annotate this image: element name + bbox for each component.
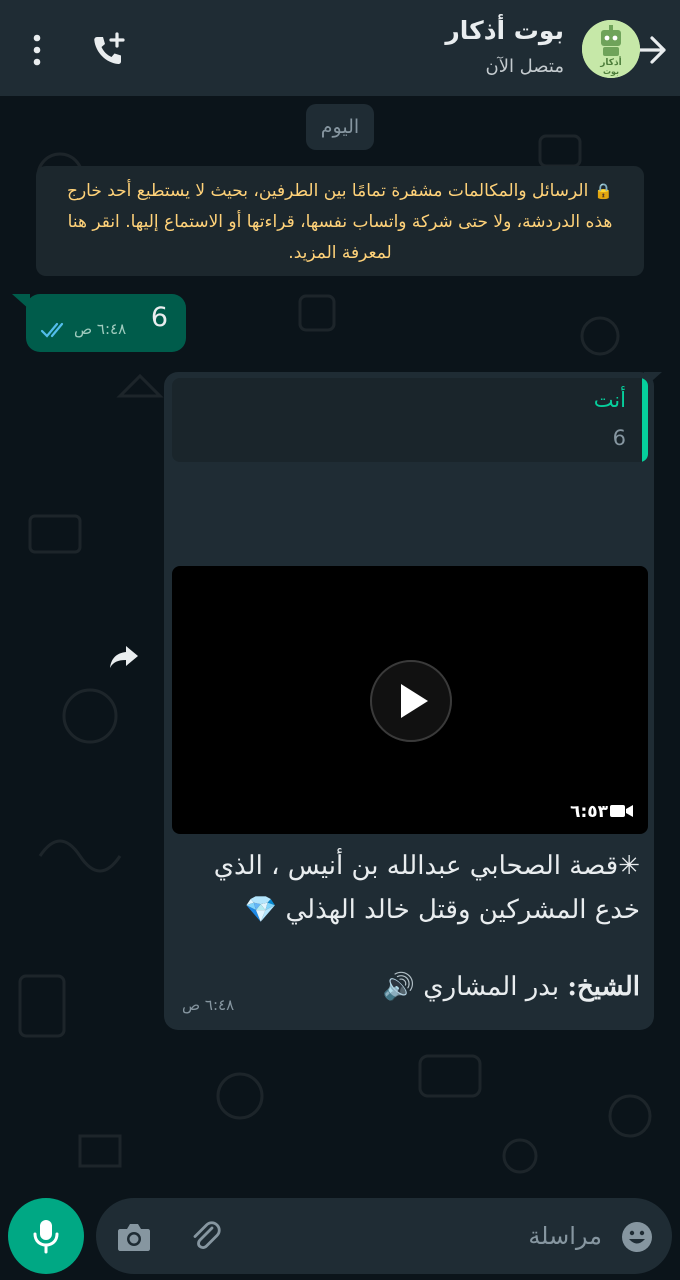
menu-dots-icon[interactable] <box>26 30 48 70</box>
encryption-notice-text: الرسائل والمكالمات مشفرة تمامًا بين الطر… <box>66 181 613 263</box>
attach-paperclip-icon[interactable] <box>188 1218 224 1254</box>
quote-accent-bar <box>642 378 648 462</box>
incoming-message-time: ٦:٤٨ ص <box>182 996 235 1014</box>
sheikh-name: بدر المشاري 🔊 <box>382 972 568 1002</box>
outgoing-message-time: ٦:٤٨ ص <box>74 320 127 338</box>
sheikh-line: الشيخ: بدر المشاري 🔊 <box>383 972 640 1002</box>
microphone-button[interactable] <box>8 1198 84 1274</box>
contact-avatar[interactable]: أذكار بوت <box>582 20 640 78</box>
quote-author: أنت <box>593 388 626 412</box>
play-icon <box>370 660 452 742</box>
chat-area[interactable]: اليوم 🔒الرسائل والمكالمات مشفرة تمامًا ب… <box>0 96 680 1186</box>
video-camera-icon <box>610 805 633 817</box>
microphone-icon <box>33 1220 59 1254</box>
outgoing-message[interactable]: 6 ٦:٤٨ ص <box>26 294 186 352</box>
outgoing-message-text: 6 <box>150 302 168 333</box>
incoming-message[interactable]: أنت 6 ٦:٥٣ ✳قصة الصحابي عبدالله بن أنيس … <box>164 372 654 1030</box>
play-button[interactable] <box>370 660 452 742</box>
message-input[interactable] <box>302 1216 602 1256</box>
add-call-icon[interactable] <box>88 30 128 70</box>
encryption-notice[interactable]: 🔒الرسائل والمكالمات مشفرة تمامًا بين الط… <box>36 166 644 276</box>
contact-status: متصل الآن <box>485 56 564 77</box>
sheikh-label: الشيخ: <box>567 972 640 1002</box>
forward-icon[interactable] <box>100 632 148 680</box>
read-receipt-icon <box>40 322 64 338</box>
quoted-message[interactable]: أنت 6 <box>172 378 648 462</box>
composer-bar <box>0 1186 680 1280</box>
video-thumbnail[interactable]: ٦:٥٣ <box>172 566 648 834</box>
chat-header: أذكار بوت بوت أذكار متصل الآن <box>0 0 680 96</box>
camera-icon[interactable] <box>116 1220 152 1254</box>
message-caption: ✳قصة الصحابي عبدالله بن أنيس ، الذي خدع … <box>180 844 640 932</box>
emoji-icon[interactable] <box>620 1220 654 1254</box>
svg-text:بوت: بوت <box>603 67 619 76</box>
video-duration: ٦:٥٣ <box>570 802 608 822</box>
lock-icon: 🔒 <box>594 182 614 200</box>
message-input-box[interactable] <box>96 1198 672 1274</box>
date-chip: اليوم <box>306 104 374 150</box>
caption-line-1: ✳قصة الصحابي عبدالله بن أنيس ، الذي <box>213 851 640 881</box>
contact-name[interactable]: بوت أذكار <box>445 16 564 45</box>
caption-line-2: خدع المشركين وقتل خالد الهذلي 💎 <box>244 895 640 925</box>
quote-text: 6 <box>612 426 626 450</box>
